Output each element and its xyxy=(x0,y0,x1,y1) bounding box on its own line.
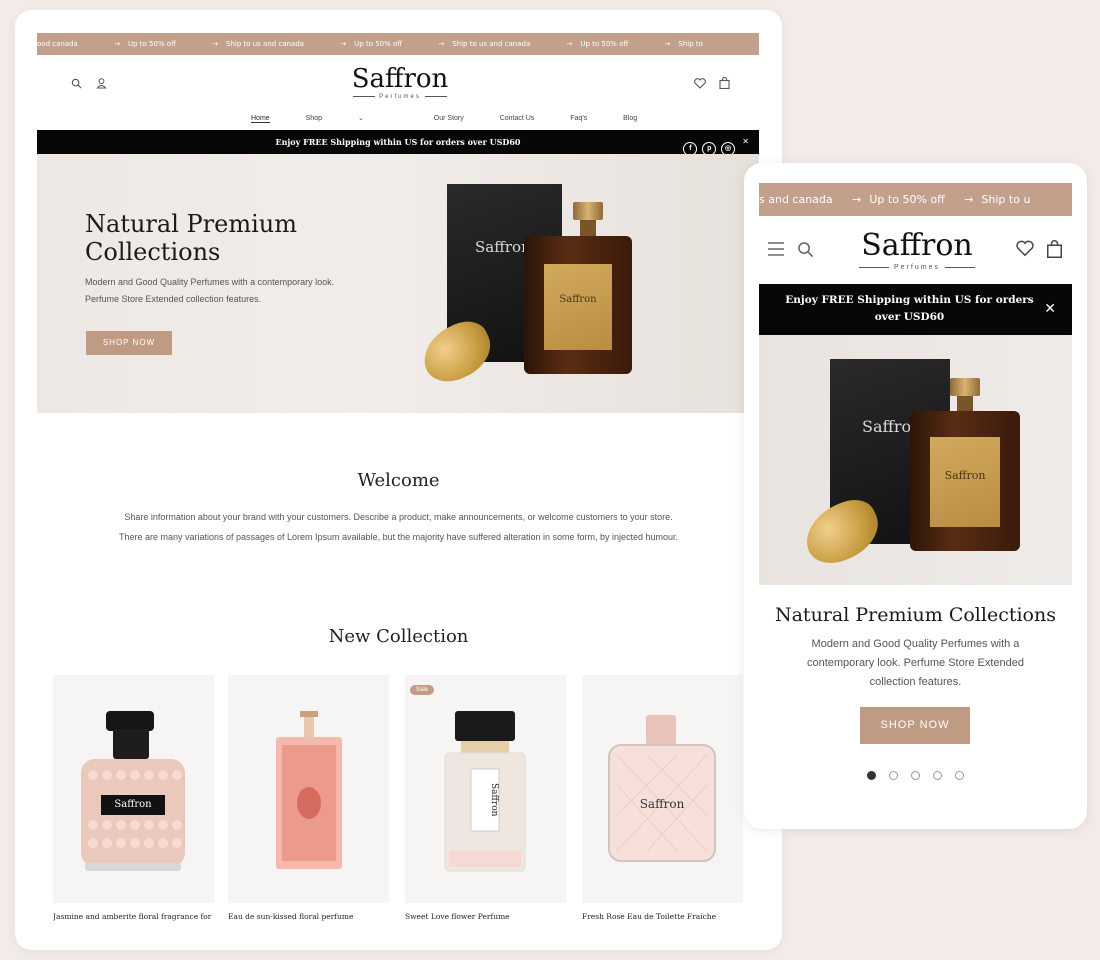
arrow-right-icon: → xyxy=(340,40,347,48)
welcome-title: Welcome xyxy=(357,470,440,491)
product-card[interactable]: Saffron Jasmine and amberite floral frag… xyxy=(53,675,214,921)
hero-title: Natural Premium Collections xyxy=(85,210,297,266)
product-image[interactable]: Saffron xyxy=(582,675,743,903)
brand-logo[interactable]: Saffron Perfumes xyxy=(345,64,455,100)
new-collection-title: New Collection xyxy=(328,626,469,647)
product-name[interactable]: Jasmine and amberite floral fragrance fo… xyxy=(53,912,214,921)
search-icon[interactable] xyxy=(797,241,814,260)
product-card[interactable]: Sale Saffron Sweet Love flower Perfume xyxy=(405,675,566,921)
brand-subtitle: Perfumes xyxy=(842,264,992,271)
menu-icon[interactable] xyxy=(767,241,785,259)
announcement-text: Enjoy FREE Shipping within US for orders… xyxy=(275,137,521,147)
perfume-bottle: Saffron xyxy=(524,236,632,374)
brand-name: Saffron xyxy=(351,64,449,94)
slider-dot[interactable] xyxy=(955,771,965,780)
product-name[interactable]: Eau de sun-kissed floral perfume xyxy=(228,912,389,921)
arrow-right-icon: → xyxy=(438,40,445,48)
slider-dot[interactable] xyxy=(911,771,920,780)
ticker-item: s and canada xyxy=(759,193,833,206)
shop-now-button[interactable]: SHOP NOW xyxy=(860,707,970,744)
promo-ticker: ood canada → Up to 50% off → Ship to us an… xyxy=(37,33,759,55)
product-label: Saffron xyxy=(114,799,152,810)
arrow-right-icon: → xyxy=(566,40,573,48)
sale-badge: Sale xyxy=(410,685,435,695)
nav-item-shop[interactable]: Shop ⌄ xyxy=(306,114,398,122)
ticker-item: → Ship to xyxy=(664,40,703,48)
perfume-bottle: Saffron xyxy=(910,411,1020,551)
brand-logo[interactable]: Saffron Perfumes xyxy=(842,228,992,271)
close-icon[interactable]: ✕ xyxy=(1044,300,1056,317)
slider-dot[interactable] xyxy=(866,771,876,780)
arrow-right-icon: → xyxy=(852,193,862,206)
ticker-item: → Ship to us and canada xyxy=(212,40,305,48)
cart-icon[interactable] xyxy=(719,76,730,91)
product-card[interactable]: Eau de sun-kissed floral perfume xyxy=(228,675,389,921)
ticker-item: → Up to 50% off xyxy=(852,193,945,206)
ticker-item: ood canada xyxy=(37,40,78,48)
main-nav: Home Shop ⌄ Our Story Contact Us Faq's B… xyxy=(251,114,671,123)
hero-description: Modern and Good Quality Perfumes with a … xyxy=(806,638,1025,688)
slider-dot[interactable] xyxy=(933,771,943,780)
ticker-item: → Ship to u xyxy=(964,193,1031,206)
brand-name: Saffron xyxy=(861,228,973,263)
product-card[interactable]: Saffron Fresh Rose Eau de Toilette Fraic… xyxy=(582,675,743,921)
announcement-text: Enjoy FREE Shipping within US for orders… xyxy=(785,294,1034,323)
announcement-bar: Enjoy FREE Shipping within US for orders… xyxy=(759,284,1072,335)
heart-icon[interactable] xyxy=(694,78,706,91)
cart-icon[interactable] xyxy=(1046,240,1063,260)
ticker-item: → Up to 50% off xyxy=(566,40,629,48)
heart-icon[interactable] xyxy=(1016,240,1034,259)
nav-item-contact[interactable]: Contact Us xyxy=(500,115,535,122)
arrow-right-icon: → xyxy=(664,40,671,48)
slider-dot[interactable] xyxy=(888,771,898,780)
search-icon[interactable] xyxy=(71,78,82,91)
product-image[interactable]: Saffron xyxy=(53,675,214,903)
brand-subtitle: Perfumes xyxy=(345,94,455,100)
announcement-bar: Enjoy FREE Shipping within US for orders… xyxy=(37,130,759,156)
desktop-preview: ood canada → Up to 50% off → Ship to us an… xyxy=(15,10,782,950)
hero-title: Natural Premium Collections xyxy=(774,604,1056,626)
chevron-down-icon: ⌄ xyxy=(357,115,364,122)
slider-dots xyxy=(744,765,1087,784)
hero-description: Modern and Good Quality Perfumes with a … xyxy=(85,277,335,304)
nav-item-our-story[interactable]: Our Story xyxy=(434,115,464,122)
product-image[interactable]: Sale Saffron xyxy=(405,675,566,903)
hero-banner: Saffron Saffron xyxy=(759,335,1072,585)
shop-now-button[interactable]: SHOP NOW xyxy=(86,331,172,355)
close-icon[interactable]: ✕ xyxy=(742,130,749,154)
nav-item-faq[interactable]: Faq's xyxy=(570,115,587,122)
hero-banner: Natural Premium Collections Modern and G… xyxy=(37,154,759,413)
promo-ticker: s and canada → Up to 50% off → Ship to u xyxy=(759,183,1072,216)
nav-item-blog[interactable]: Blog xyxy=(623,115,637,122)
arrow-right-icon: → xyxy=(114,40,120,48)
product-label: Saffron xyxy=(489,783,499,817)
nav-item-home[interactable]: Home xyxy=(251,115,270,123)
product-label: Saffron xyxy=(639,797,685,811)
arrow-right-icon: → xyxy=(212,40,218,48)
ticker-item: → Up to 50% off xyxy=(340,40,403,48)
product-name[interactable]: Sweet Love flower Perfume xyxy=(405,912,566,921)
arrow-right-icon: → xyxy=(964,193,974,206)
ticker-item: → Up to 50% off xyxy=(114,40,176,48)
product-name[interactable]: Fresh Rose Eau de Toilette Fraiche xyxy=(582,912,743,921)
welcome-text: Share information about your brand with … xyxy=(118,512,679,542)
mobile-preview: s and canada → Up to 50% off → Ship to u S… xyxy=(744,163,1087,829)
product-image[interactable] xyxy=(228,675,389,903)
ticker-item: → Ship to us and canada xyxy=(438,40,531,48)
user-icon[interactable] xyxy=(96,77,107,91)
